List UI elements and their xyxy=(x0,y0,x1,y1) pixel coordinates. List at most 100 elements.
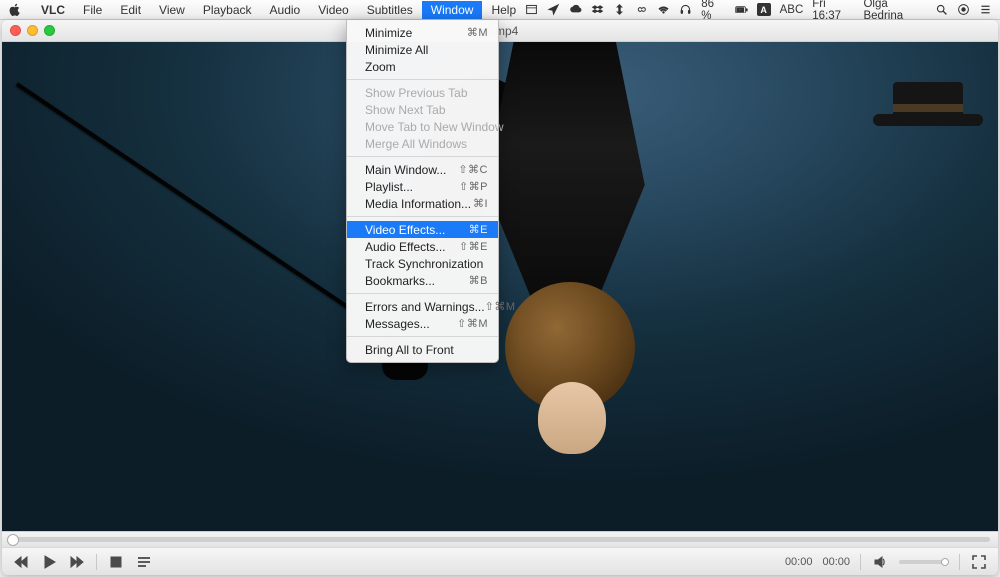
menu-item-label: Track Synchronization xyxy=(365,257,483,271)
vlc-window: nt.mp4 00:00 00:00 xyxy=(2,20,998,575)
window-titlebar[interactable]: nt.mp4 xyxy=(2,20,998,42)
menu-audio[interactable]: Audio xyxy=(261,1,310,19)
zoom-button[interactable] xyxy=(44,25,55,36)
separator xyxy=(860,554,861,570)
menu-item-zoom[interactable]: Zoom xyxy=(347,58,498,75)
volume-slider[interactable] xyxy=(899,560,949,564)
tray-keyboard-icon[interactable]: A xyxy=(757,3,771,16)
menu-item-move-tab-to-new-window: Move Tab to New Window xyxy=(347,118,498,135)
menu-item-label: Messages... xyxy=(365,317,430,331)
close-button[interactable] xyxy=(10,25,21,36)
tray-battery-percent[interactable]: 86 % xyxy=(701,0,725,22)
menu-item-label: Show Next Tab xyxy=(365,103,446,117)
menu-item-bookmarks[interactable]: Bookmarks... ⌘B xyxy=(347,272,498,289)
menu-item-shortcut: ⇧⌘M xyxy=(485,300,516,313)
menu-item-audio-effects[interactable]: Audio Effects...⇧⌘E xyxy=(347,238,498,255)
menu-item-show-previous-tab: Show Previous Tab xyxy=(347,84,498,101)
tray-spotlight-icon[interactable] xyxy=(935,3,948,17)
window-menu-dropdown: Minimize ⌘M Minimize AllZoom Show Previous … xyxy=(346,20,499,363)
separator xyxy=(96,554,97,570)
seek-track[interactable] xyxy=(10,537,990,542)
background-person-graphic xyxy=(863,82,983,232)
menu-item-track-synchronization[interactable]: Track Synchronization xyxy=(347,255,498,272)
menu-item-label: Merge All Windows xyxy=(365,137,467,151)
tray-notifications-icon[interactable] xyxy=(979,3,992,17)
menu-item-merge-all-windows: Merge All Windows xyxy=(347,135,498,152)
menu-item-minimize[interactable]: Minimize ⌘M xyxy=(347,24,498,41)
window-traffic-lights xyxy=(10,25,55,36)
volume-thumb[interactable] xyxy=(941,558,949,566)
fullscreen-button[interactable] xyxy=(970,554,988,570)
menu-item-shortcut: ⇧⌘M xyxy=(457,317,488,330)
menu-separator xyxy=(347,79,498,80)
tray-sync-icon[interactable] xyxy=(613,3,626,17)
menu-item-video-effects[interactable]: Video Effects...⌘E xyxy=(347,221,498,238)
menu-item-label: Minimize All xyxy=(365,43,428,57)
menu-item-label: Playlist... xyxy=(365,180,413,194)
menu-separator xyxy=(347,156,498,157)
menu-separator xyxy=(347,216,498,217)
menu-item-shortcut: ⇧⌘P xyxy=(459,180,488,193)
playlist-button[interactable] xyxy=(135,554,153,570)
tray-app-icon[interactable] xyxy=(525,3,538,17)
menu-subtitles[interactable]: Subtitles xyxy=(358,1,422,19)
menu-item-minimize-all[interactable]: Minimize All xyxy=(347,41,498,58)
menu-edit[interactable]: Edit xyxy=(111,1,150,19)
next-button[interactable] xyxy=(68,554,86,570)
video-viewport[interactable] xyxy=(2,42,998,531)
tray-battery-icon[interactable] xyxy=(735,3,748,17)
menu-app-name[interactable]: VLC xyxy=(32,1,74,19)
menu-item-shortcut: ⌘B xyxy=(469,274,488,287)
menu-bar-right: 86 % A ABC Fri 16:37 Olga Bedrina xyxy=(525,0,992,22)
stop-button[interactable] xyxy=(107,554,125,570)
seek-bar xyxy=(2,531,998,547)
menu-item-shortcut: ⇧⌘E xyxy=(459,240,488,253)
menu-item-playlist[interactable]: Playlist... ⇧⌘P xyxy=(347,178,498,195)
seek-thumb[interactable] xyxy=(7,534,19,546)
apple-logo-icon[interactable] xyxy=(8,3,22,17)
player-controls: 00:00 00:00 xyxy=(2,547,998,575)
menu-separator xyxy=(347,336,498,337)
menu-window[interactable]: Window xyxy=(422,1,483,19)
menu-bar-left: VLC File Edit View Playback Audio Video … xyxy=(8,1,525,19)
menu-item-label: Show Previous Tab xyxy=(365,86,468,100)
menu-item-main-window[interactable]: Main Window... ⇧⌘C xyxy=(347,161,498,178)
separator xyxy=(959,554,960,570)
menu-item-label: Main Window... xyxy=(365,163,446,177)
menu-item-messages[interactable]: Messages... ⇧⌘M xyxy=(347,315,498,332)
menu-separator xyxy=(347,293,498,294)
menu-item-media-information[interactable]: Media Information...⌘I xyxy=(347,195,498,212)
menu-playback[interactable]: Playback xyxy=(194,1,261,19)
menu-item-shortcut: ⇧⌘C xyxy=(458,163,488,176)
tray-clock[interactable]: Fri 16:37 xyxy=(812,0,854,22)
tray-cloud-icon[interactable] xyxy=(569,3,582,17)
menu-item-label: Bring All to Front xyxy=(365,343,454,357)
menu-item-label: Media Information... xyxy=(365,197,471,211)
menu-item-bring-all-to-front[interactable]: Bring All to Front xyxy=(347,341,498,358)
tray-dropbox-icon[interactable] xyxy=(591,3,604,17)
prev-button[interactable] xyxy=(12,554,30,570)
menu-file[interactable]: File xyxy=(74,1,111,19)
tray-wifi-icon[interactable] xyxy=(657,3,670,17)
time-current: 00:00 xyxy=(785,556,813,568)
menu-item-shortcut: ⌘I xyxy=(473,197,488,210)
menu-help[interactable]: Help xyxy=(482,1,525,19)
tray-infinity-icon[interactable] xyxy=(635,3,648,17)
menu-item-label: Minimize xyxy=(365,26,412,40)
menu-view[interactable]: View xyxy=(150,1,194,19)
tray-siri-icon[interactable] xyxy=(957,3,970,17)
play-button[interactable] xyxy=(40,554,58,570)
volume-icon[interactable] xyxy=(871,554,889,570)
minimize-button[interactable] xyxy=(27,25,38,36)
menu-item-label: Video Effects... xyxy=(365,223,445,237)
tray-username[interactable]: Olga Bedrina xyxy=(863,0,925,22)
menu-video[interactable]: Video xyxy=(309,1,357,19)
menu-item-label: Move Tab to New Window xyxy=(365,120,504,134)
menu-item-errors-and-warnings[interactable]: Errors and Warnings...⇧⌘M xyxy=(347,298,498,315)
tray-input-source[interactable]: ABC xyxy=(780,4,804,16)
menu-item-label: Bookmarks... xyxy=(365,274,435,288)
menu-item-shortcut: ⌘M xyxy=(467,26,488,39)
menu-item-show-next-tab: Show Next Tab xyxy=(347,101,498,118)
tray-headphones-icon[interactable] xyxy=(679,3,692,17)
tray-location-icon[interactable] xyxy=(547,3,560,17)
